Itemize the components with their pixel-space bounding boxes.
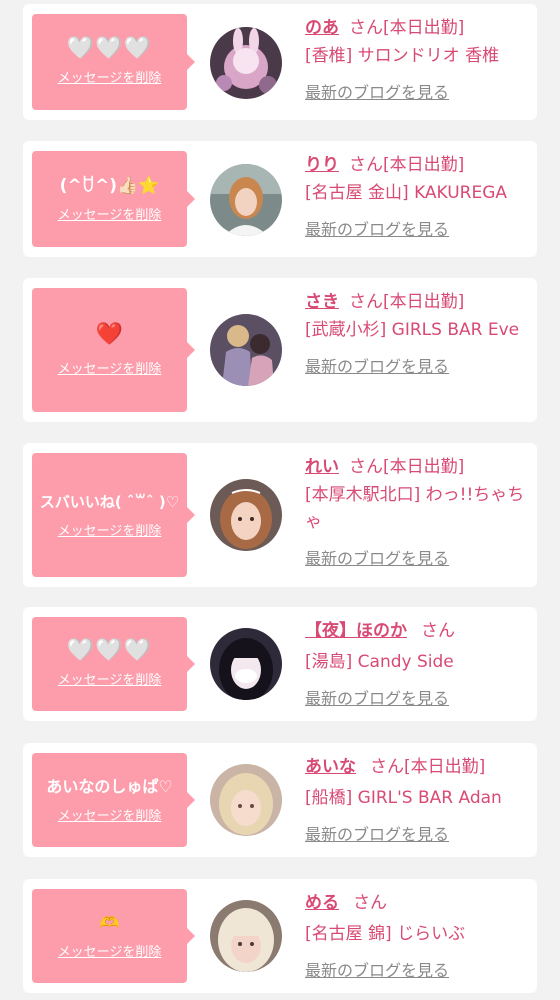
avatar[interactable] [210,764,282,836]
sender-name-link[interactable]: あいな [305,757,356,777]
shop-name: [湯島] Candy Side [305,652,454,672]
duty-status: [本日出勤] [404,757,486,777]
message-text: あいなのしゅぱ♡ [46,777,173,796]
honorific: さん [370,757,404,777]
message-bubble: 🤍🤍🤍 メッセージを削除 [32,617,195,711]
honorific: さん [349,155,383,175]
sender-name-link[interactable]: める [305,893,339,913]
shop-name: [名古屋 金山] KAKUREGA [305,183,508,203]
latest-blog-link[interactable]: 最新のブログを見る [305,685,449,709]
message-card: 🤍🤍🤍 メッセージを削除 のあ さん[本日出勤] [香椎] サロンドリオ 香椎 最… [23,4,537,120]
latest-blog-link[interactable]: 最新のブログを見る [305,216,449,240]
message-bubble: あいなのしゅぱ♡ メッセージを削除 [32,753,195,847]
message-bubble: 🫶 メッセージを削除 [32,889,195,983]
shop-name: [香椎] サロンドリオ 香椎 [305,46,500,66]
avatar[interactable] [210,27,282,99]
duty-status: [本日出勤] [383,18,465,38]
message-text: ❤️ [95,321,124,347]
shop-name: [船橋] GIRL'S BAR Adan [305,788,502,808]
sender-info: れい さん[本日出勤] [本厚木駅北口] わっ!!ちゃちゃ 最新のブログを見る [305,453,535,569]
honorific: さん [353,893,387,913]
sender-info: りり さん[本日出勤] [名古屋 金山] KAKUREGA 最新のブログを見る [305,151,535,240]
message-bubble: (^ꇴ^)👍🏻⭐ メッセージを削除 [32,151,195,247]
delete-message-link[interactable]: メッセージを削除 [58,204,162,223]
message-card: 🫶 メッセージを削除 める さん [名古屋 錦] じらいぶ 最新のブログを見る [23,879,537,993]
sender-name-link[interactable]: 【夜】ほのか [305,621,407,641]
avatar[interactable] [210,628,282,700]
avatar[interactable] [210,164,282,236]
avatar[interactable] [210,314,282,386]
message-card: あいなのしゅぱ♡ メッセージを削除 あいな さん[本日出勤] [船橋] GIRL'… [23,743,537,857]
message-bubble: スバいいね( ˆ꒳ˆ )♡ メッセージを削除 [32,453,195,577]
sender-info: 【夜】ほのか さん [湯島] Candy Side 最新のブログを見る [305,617,535,709]
sender-info: さき さん[本日出勤] [武蔵小杉] GIRLS BAR Eve 最新のブログを見… [305,288,535,377]
latest-blog-link[interactable]: 最新のブログを見る [305,353,449,377]
honorific: さん [349,292,383,312]
honorific: さん [349,18,383,38]
delete-message-link[interactable]: メッセージを削除 [58,358,162,377]
delete-message-link[interactable]: メッセージを削除 [58,67,162,86]
sender-info: あいな さん[本日出勤] [船橋] GIRL'S BAR Adan 最新のブログを… [305,753,535,845]
honorific: さん [421,621,455,641]
avatar[interactable] [210,479,282,551]
message-text: (^ꇴ^)👍🏻⭐ [59,176,160,196]
shop-name: [武蔵小杉] GIRLS BAR Eve [305,320,520,340]
delete-message-link[interactable]: メッセージを削除 [58,669,162,688]
message-text: 🫶 [99,913,120,932]
message-text: 🤍🤍🤍 [66,36,153,61]
message-card: (^ꇴ^)👍🏻⭐ メッセージを削除 りり さん[本日出勤] [名古屋 金山] KA… [23,141,537,257]
avatar[interactable] [210,900,282,972]
duty-status: [本日出勤] [383,457,465,477]
duty-status: [本日出勤] [383,292,465,312]
honorific: さん [349,457,383,477]
sender-name-link[interactable]: さき [305,292,339,312]
message-bubble: ❤️ メッセージを削除 [32,288,195,412]
message-card: スバいいね( ˆ꒳ˆ )♡ メッセージを削除 れい さん[本日出勤] [本厚木駅北… [23,443,537,587]
sender-name-link[interactable]: のあ [305,18,339,38]
latest-blog-link[interactable]: 最新のブログを見る [305,957,449,981]
latest-blog-link[interactable]: 最新のブログを見る [305,545,449,569]
delete-message-link[interactable]: メッセージを削除 [58,805,162,824]
delete-message-link[interactable]: メッセージを削除 [58,941,162,960]
message-card: 🤍🤍🤍 メッセージを削除 【夜】ほのか さん [湯島] Candy Side 最新… [23,607,537,721]
message-bubble: 🤍🤍🤍 メッセージを削除 [32,14,195,110]
delete-message-link[interactable]: メッセージを削除 [58,520,162,539]
shop-name: [本厚木駅北口] わっ!!ちゃちゃ [305,485,525,532]
sender-info: める さん [名古屋 錦] じらいぶ 最新のブログを見る [305,889,535,981]
message-text: スバいいね( ˆ꒳ˆ )♡ [39,493,180,511]
message-text: 🤍🤍🤍 [66,638,153,663]
sender-info: のあ さん[本日出勤] [香椎] サロンドリオ 香椎 最新のブログを見る [305,14,535,103]
message-card: ❤️ メッセージを削除 さき さん[本日出勤] [武蔵小杉] GIRLS BAR … [23,278,537,422]
latest-blog-link[interactable]: 最新のブログを見る [305,79,449,103]
sender-name-link[interactable]: れい [305,457,339,477]
shop-name: [名古屋 錦] じらいぶ [305,924,466,944]
latest-blog-link[interactable]: 最新のブログを見る [305,821,449,845]
duty-status: [本日出勤] [383,155,465,175]
sender-name-link[interactable]: りり [305,155,339,175]
